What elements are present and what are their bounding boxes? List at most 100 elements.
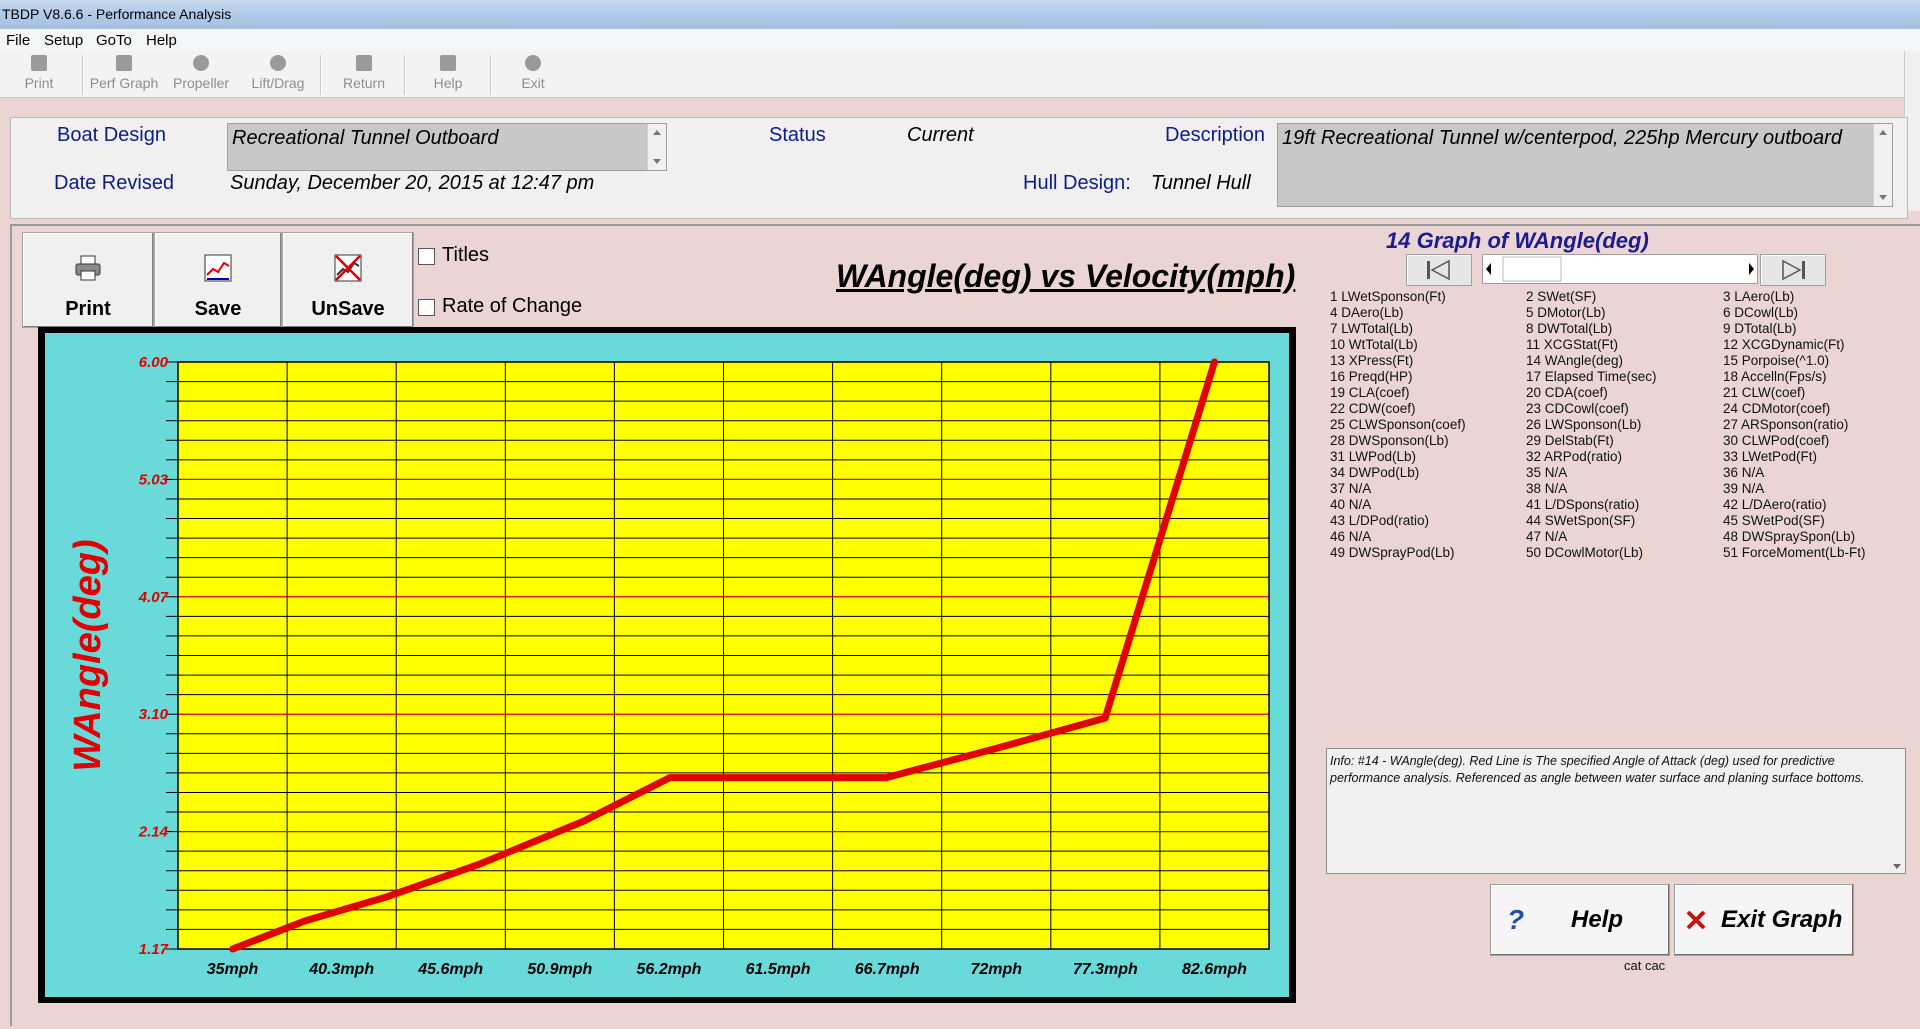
toolbar-print-button[interactable]: Print	[16, 52, 62, 96]
variable-item[interactable]: 50 DCowlMotor(Lb)	[1526, 545, 1643, 560]
variable-item[interactable]: 2 SWet(SF)	[1526, 289, 1596, 304]
variable-item[interactable]: 32 ARPod(ratio)	[1526, 449, 1622, 464]
variable-item[interactable]: 34 DWPod(Lb)	[1330, 465, 1419, 480]
variable-item[interactable]: 30 CLWPod(coef)	[1723, 433, 1829, 448]
toolbar-separator	[82, 55, 84, 95]
variable-item[interactable]: 46 N/A	[1330, 529, 1371, 544]
toolbar-perf-graph-button[interactable]: Perf Graph	[86, 52, 162, 96]
variable-item[interactable]: 16 Preqd(HP)	[1330, 369, 1413, 384]
toolbar-separator	[404, 55, 406, 95]
description-value: 19ft Recreational Tunnel w/centerpod, 22…	[1282, 127, 1842, 149]
variable-item[interactable]: 45 SWetPod(SF)	[1723, 513, 1825, 528]
graph-unsave-button[interactable]: UnSave	[282, 232, 414, 328]
toolbar-liftdrag-button[interactable]: Lift/Drag	[244, 52, 312, 96]
variable-item[interactable]: 21 CLW(coef)	[1723, 385, 1805, 400]
variable-item[interactable]: 18 Accelln(Fps/s)	[1723, 369, 1827, 384]
svg-text:?: ?	[1507, 905, 1524, 935]
variable-item[interactable]: 10 WtTotal(Lb)	[1330, 337, 1418, 352]
help-icon	[440, 55, 456, 71]
propeller-icon	[193, 55, 209, 71]
variable-item[interactable]: 36 N/A	[1723, 465, 1764, 480]
description-field[interactable]: 19ft Recreational Tunnel w/centerpod, 22…	[1277, 123, 1893, 207]
variable-item[interactable]: 43 L/DPod(ratio)	[1330, 513, 1429, 528]
toolbar-exit-label: Exit	[521, 75, 545, 91]
variable-item[interactable]: 7 LWTotal(Lb)	[1330, 321, 1413, 336]
toolbar-return-button[interactable]: Return	[336, 52, 392, 96]
variable-item[interactable]: 17 Elapsed Time(sec)	[1526, 369, 1657, 384]
variable-item[interactable]: 13 XPress(Ft)	[1330, 353, 1413, 368]
variable-item[interactable]: 37 N/A	[1330, 481, 1371, 496]
graph-save-button[interactable]: Save	[154, 232, 282, 328]
variable-item[interactable]: 39 N/A	[1723, 481, 1764, 496]
variable-item[interactable]: 15 Porpoise(^1.0)	[1723, 353, 1829, 368]
variable-item[interactable]: 20 CDA(coef)	[1526, 385, 1608, 400]
variable-item[interactable]: 8 DWTotal(Lb)	[1526, 321, 1612, 336]
y-tick-label: 6.00	[139, 354, 169, 371]
printer-icon	[73, 253, 103, 283]
menu-bar: File Setup GoTo Help	[0, 29, 1920, 52]
graph-print-button[interactable]: Print	[22, 232, 154, 328]
variable-item[interactable]: 48 DWSpraySpon(Lb)	[1723, 529, 1855, 544]
scroll-down-icon[interactable]	[1879, 195, 1887, 200]
boat-design-scrollbar[interactable]	[647, 124, 666, 170]
graph-number-title: 14 Graph of WAngle(deg)	[1386, 228, 1649, 253]
variable-item[interactable]: 44 SWetSpon(SF)	[1526, 513, 1635, 528]
titles-checkbox[interactable]	[418, 248, 435, 265]
variable-item[interactable]: 33 LWetPod(Ft)	[1723, 449, 1817, 464]
variable-item[interactable]: 5 DMotor(Lb)	[1526, 305, 1606, 320]
toolbar-separator	[320, 55, 322, 95]
variable-item[interactable]: 27 ARSponson(ratio)	[1723, 417, 1848, 432]
variable-item[interactable]: 35 N/A	[1526, 465, 1567, 480]
toolbar-exit-button[interactable]: Exit	[512, 52, 554, 96]
variable-item[interactable]: 40 N/A	[1330, 497, 1371, 512]
variable-item[interactable]: 38 N/A	[1526, 481, 1567, 496]
variable-item[interactable]: 22 CDW(coef)	[1330, 401, 1416, 416]
first-graph-button[interactable]	[1406, 254, 1472, 286]
scroll-up-icon[interactable]	[653, 130, 661, 135]
variable-item[interactable]: 49 DWSprayPod(Lb)	[1330, 545, 1455, 560]
menu-setup[interactable]: Setup	[44, 32, 83, 49]
scroll-down-icon[interactable]	[653, 159, 661, 164]
hull-design-value: Tunnel Hull	[1151, 172, 1251, 194]
variable-item[interactable]: 6 DCowl(Lb)	[1723, 305, 1798, 320]
printer-icon	[31, 55, 47, 71]
rate-of-change-checkbox[interactable]	[418, 299, 435, 316]
scroll-down-icon[interactable]	[1893, 864, 1901, 869]
variable-item[interactable]: 29 DelStab(Ft)	[1526, 433, 1614, 448]
variable-item[interactable]: 3 LAero(Lb)	[1723, 289, 1794, 304]
variable-item[interactable]: 31 LWPod(Lb)	[1330, 449, 1416, 464]
variable-item[interactable]: 28 DWSponson(Lb)	[1330, 433, 1449, 448]
chart-title: WAngle(deg) vs Velocity(mph)	[836, 258, 1296, 294]
info-text-box: Info: #14 - WAngle(deg). Red Line is The…	[1326, 748, 1906, 874]
menu-help[interactable]: Help	[146, 32, 177, 49]
variable-item[interactable]: 4 DAero(Lb)	[1330, 305, 1404, 320]
variable-item[interactable]: 41 L/DSpons(ratio)	[1526, 497, 1639, 512]
x-tick-label: 40.3mph	[308, 961, 374, 978]
scroll-up-icon[interactable]	[1879, 130, 1887, 135]
variable-item[interactable]: 25 CLWSponson(coef)	[1330, 417, 1466, 432]
section-divider	[10, 224, 1920, 226]
variable-item[interactable]: 9 DTotal(Lb)	[1723, 321, 1797, 336]
variable-item[interactable]: 11 XCGStat(Ft)	[1526, 337, 1618, 352]
variable-item[interactable]: 26 LWSponson(Lb)	[1526, 417, 1641, 432]
variable-item[interactable]: 12 XCGDynamic(Ft)	[1723, 337, 1845, 352]
menu-file[interactable]: File	[6, 32, 30, 49]
variable-item[interactable]: 42 L/DAero(ratio)	[1723, 497, 1827, 512]
graph-scrollbar[interactable]	[1482, 254, 1758, 284]
variable-item[interactable]: 14 WAngle(deg)	[1526, 353, 1623, 368]
toolbar-propeller-button[interactable]: Propeller	[168, 52, 234, 96]
y-tick-label: 5.03	[139, 471, 169, 488]
toolbar-help-button[interactable]: Help	[424, 52, 472, 96]
variable-item[interactable]: 19 CLA(coef)	[1330, 385, 1410, 400]
help-button[interactable]: ? Help	[1490, 884, 1670, 956]
last-graph-button[interactable]	[1760, 254, 1826, 286]
boat-design-field[interactable]: Recreational Tunnel Outboard	[227, 123, 667, 171]
description-scrollbar[interactable]	[1873, 124, 1892, 206]
variable-item[interactable]: 1 LWetSponson(Ft)	[1330, 289, 1446, 304]
variable-item[interactable]: 24 CDMotor(coef)	[1723, 401, 1830, 416]
variable-item[interactable]: 51 ForceMoment(Lb-Ft)	[1723, 545, 1866, 560]
exit-graph-button[interactable]: Exit Graph	[1674, 884, 1854, 956]
menu-goto[interactable]: GoTo	[96, 32, 132, 49]
variable-item[interactable]: 23 CDCowl(coef)	[1526, 401, 1629, 416]
variable-item[interactable]: 47 N/A	[1526, 529, 1567, 544]
